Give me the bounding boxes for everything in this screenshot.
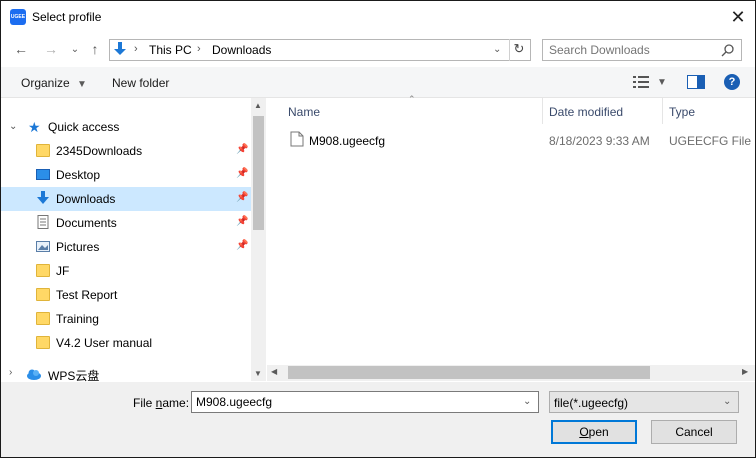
help-button[interactable]: ? bbox=[724, 74, 740, 90]
preview-pane-icon[interactable] bbox=[687, 75, 705, 89]
arrow-right-icon: → bbox=[44, 41, 58, 57]
folder-icon bbox=[36, 264, 50, 277]
breadcrumb-this-pc[interactable]: This PC bbox=[149, 43, 192, 57]
sidebar-item-label: Documents bbox=[56, 216, 117, 230]
recent-locations-button[interactable]: ⌄ bbox=[67, 42, 83, 58]
sidebar-item-label: Desktop bbox=[56, 168, 101, 182]
new-folder-button[interactable]: New folder bbox=[112, 76, 169, 90]
file-name-input[interactable] bbox=[196, 394, 516, 410]
refresh-icon: ↻ bbox=[513, 41, 525, 56]
chevron-down-icon: ▼ bbox=[657, 77, 667, 88]
organize-button[interactable]: Organize ▼ bbox=[21, 76, 87, 90]
sidebar-item-label: JF bbox=[56, 264, 70, 278]
folder-icon bbox=[36, 144, 50, 157]
scroll-up-icon[interactable]: ▲ bbox=[254, 101, 262, 110]
chevron-down-icon: ⌄ bbox=[523, 396, 532, 407]
help-icon: ? bbox=[728, 76, 736, 88]
chevron-down-icon: ▼ bbox=[77, 79, 87, 90]
sidebar-item-jf[interactable]: JF bbox=[1, 259, 251, 283]
breadcrumb-separator-icon: › bbox=[134, 43, 138, 55]
sidebar-item-desktop[interactable]: Desktop 📌 bbox=[1, 163, 251, 187]
file-type: UGEECFG File bbox=[669, 134, 752, 148]
expand-chevron-icon[interactable]: ⌄ bbox=[9, 121, 17, 132]
column-header-name[interactable]: Name bbox=[288, 105, 320, 119]
select-profile-dialog: UGEE Select profile ✕ ← → ⌄ ↑ › This PC … bbox=[0, 0, 756, 458]
column-separator[interactable] bbox=[662, 98, 663, 124]
chevron-down-icon: ⌄ bbox=[723, 396, 732, 407]
folder-icon bbox=[36, 336, 50, 349]
desktop-icon bbox=[36, 169, 50, 180]
sidebar-item-downloads[interactable]: Downloads 📌 bbox=[1, 187, 251, 211]
star-icon: ★ bbox=[28, 119, 41, 135]
sidebar-item-documents[interactable]: Documents 📌 bbox=[1, 211, 251, 235]
breadcrumb-downloads[interactable]: Downloads bbox=[212, 43, 271, 57]
pin-icon: 📌 bbox=[236, 216, 249, 227]
up-button[interactable]: ↑ bbox=[87, 41, 103, 57]
scrollbar-thumb[interactable] bbox=[288, 366, 650, 379]
refresh-button[interactable]: ↻ bbox=[512, 41, 526, 57]
scroll-right-icon[interactable]: ▶ bbox=[742, 367, 748, 376]
pin-icon: 📌 bbox=[236, 168, 249, 179]
window-title: Select profile bbox=[32, 10, 102, 24]
expand-chevron-icon[interactable]: › bbox=[9, 367, 12, 378]
app-icon: UGEE bbox=[10, 9, 26, 25]
folder-icon bbox=[36, 312, 50, 325]
file-name-dropdown-button[interactable]: ⌄ bbox=[523, 396, 531, 407]
quick-access-item[interactable]: Quick access bbox=[48, 120, 119, 134]
file-icon bbox=[290, 131, 304, 147]
chevron-down-icon: ⌄ bbox=[493, 44, 502, 55]
downloads-icon bbox=[114, 42, 126, 55]
sidebar-item-v42-user-manual[interactable]: V4.2 User manual bbox=[1, 331, 251, 355]
open-button[interactable]: Open bbox=[551, 420, 637, 444]
scrollbar-thumb[interactable] bbox=[253, 116, 264, 230]
arrow-up-icon: ↑ bbox=[91, 41, 99, 57]
pin-icon: 📌 bbox=[236, 144, 249, 155]
file-name-label: File name: bbox=[133, 396, 190, 410]
sidebar-item-label: Downloads bbox=[56, 192, 116, 206]
title-bar bbox=[1, 1, 755, 33]
close-button[interactable]: ✕ bbox=[725, 5, 751, 29]
sort-indicator-icon: ⌃ bbox=[408, 94, 416, 104]
cloud-icon bbox=[27, 369, 41, 380]
pin-icon: 📌 bbox=[236, 240, 249, 251]
folder-icon bbox=[36, 288, 50, 301]
pictures-icon bbox=[36, 241, 50, 252]
sidebar-item-label: Test Report bbox=[56, 288, 118, 302]
organize-label: Organize bbox=[21, 76, 70, 90]
view-dropdown-button[interactable]: ▼ bbox=[657, 77, 667, 88]
divider bbox=[509, 39, 510, 61]
column-header-date-modified[interactable]: Date modified bbox=[549, 105, 623, 119]
scroll-down-icon[interactable]: ▼ bbox=[254, 369, 262, 378]
downloads-icon bbox=[37, 191, 49, 204]
sidebar-item-label: Training bbox=[56, 312, 99, 326]
back-button[interactable]: ← bbox=[13, 41, 29, 57]
column-header-type[interactable]: Type bbox=[669, 105, 695, 119]
documents-icon bbox=[37, 215, 49, 229]
filter-dropdown-button[interactable]: ⌄ bbox=[723, 396, 731, 407]
search-icon bbox=[721, 44, 734, 57]
arrow-left-icon: ← bbox=[14, 41, 28, 57]
file-date-modified: 8/18/2023 9:33 AM bbox=[549, 134, 650, 148]
sidebar-item-label: V4.2 User manual bbox=[56, 336, 153, 350]
sidebar-item-label: 2345Downloads bbox=[56, 144, 143, 158]
pin-icon: 📌 bbox=[236, 192, 249, 203]
scroll-left-icon[interactable]: ◀ bbox=[271, 367, 277, 376]
file-type-filter-value: file(*.ugeecfg) bbox=[554, 396, 629, 410]
sidebar-item-label: Pictures bbox=[56, 240, 100, 254]
view-options-icon[interactable] bbox=[633, 76, 649, 88]
forward-button[interactable]: → bbox=[43, 41, 59, 57]
sidebar-item-2345downloads[interactable]: 2345Downloads 📌 bbox=[1, 139, 251, 163]
breadcrumb-separator-icon: › bbox=[197, 43, 201, 55]
sidebar-item-training[interactable]: Training bbox=[1, 307, 251, 331]
sidebar-item-test-report[interactable]: Test Report bbox=[1, 283, 251, 307]
file-name: M908.ugeecfg bbox=[309, 134, 386, 148]
search-input[interactable] bbox=[549, 42, 719, 58]
address-dropdown-button[interactable]: ⌄ bbox=[493, 44, 501, 55]
chevron-down-icon: ⌄ bbox=[70, 44, 80, 55]
cancel-button[interactable]: Cancel bbox=[651, 420, 737, 444]
column-separator[interactable] bbox=[542, 98, 543, 124]
sidebar-item-pictures[interactable]: Pictures 📌 bbox=[1, 235, 251, 259]
